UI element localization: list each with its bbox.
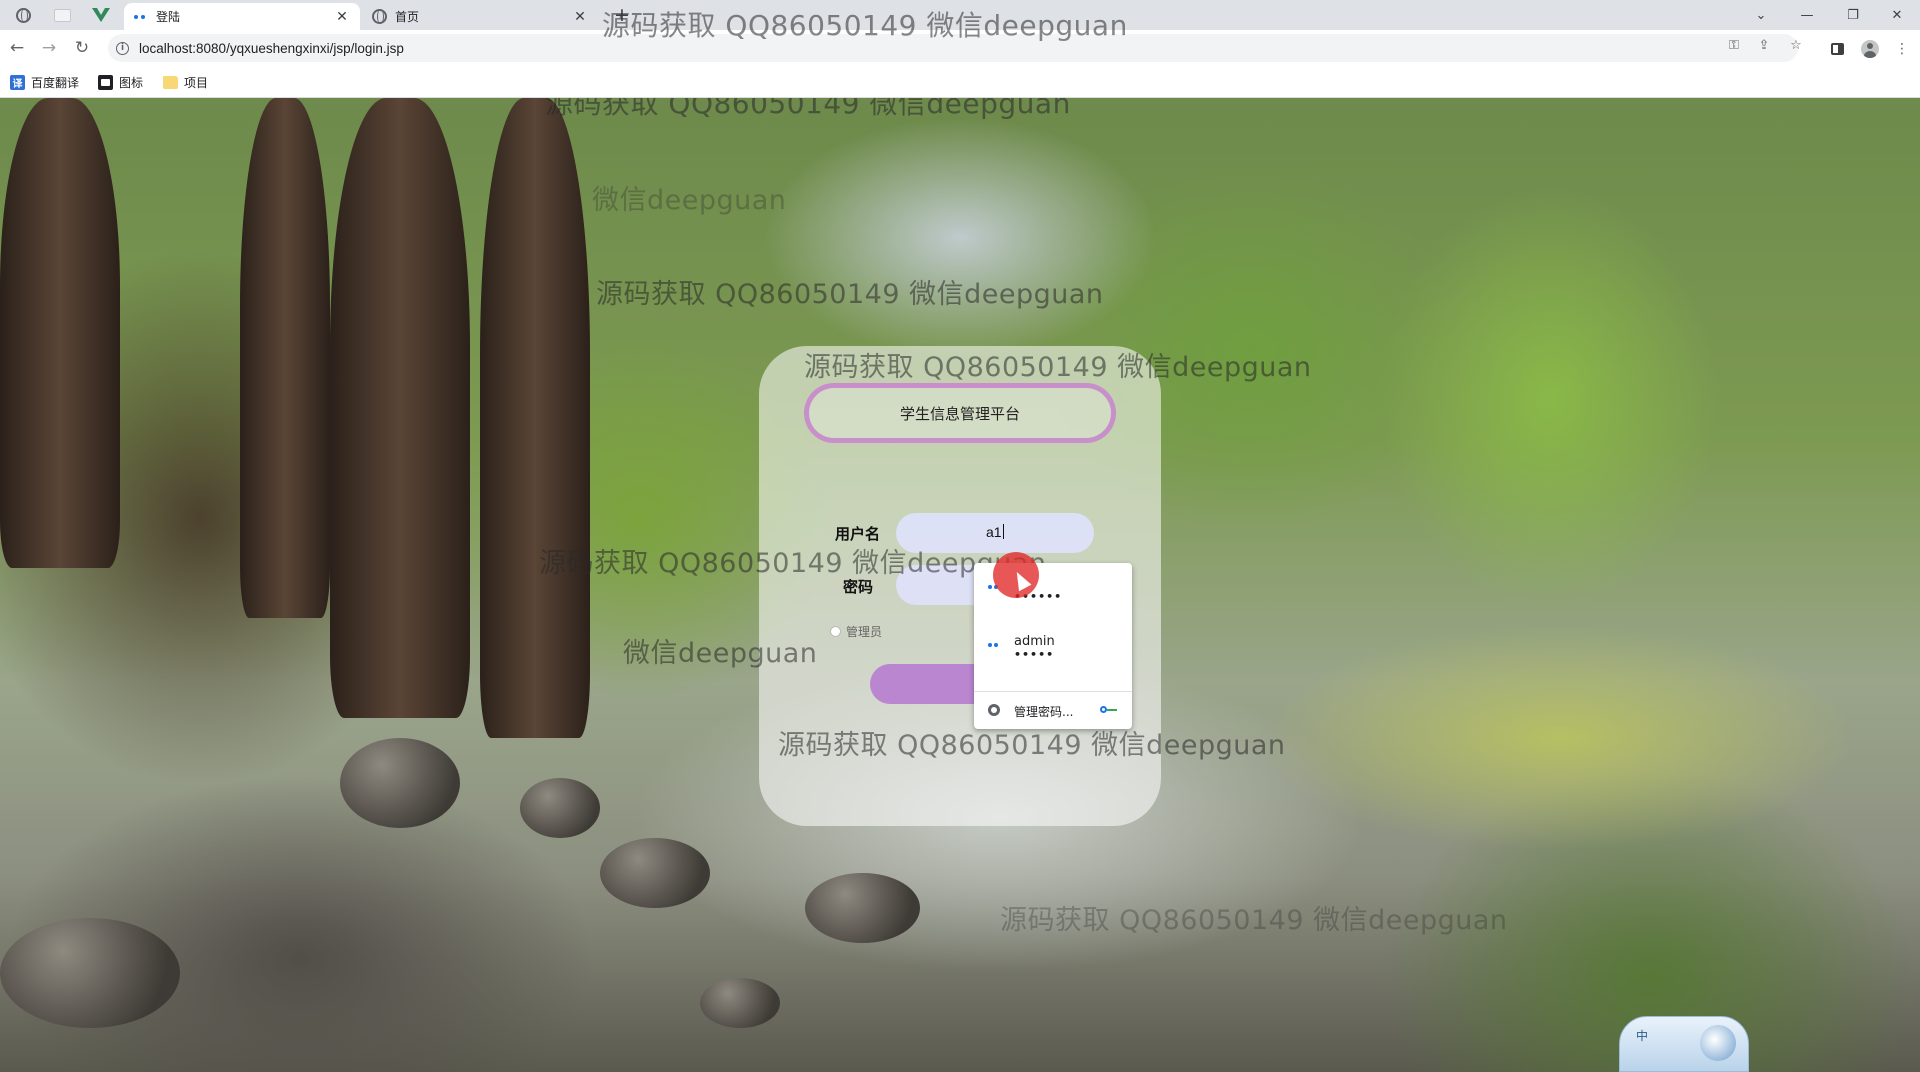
pinned-tab-blank[interactable] — [49, 4, 75, 26]
page-title: 学生信息管理平台 — [899, 404, 1020, 423]
rock — [600, 838, 710, 908]
tab-login[interactable]: 登陆 ✕ — [124, 3, 360, 30]
tab-label: 首页 — [395, 10, 420, 24]
share-icon[interactable]: ⇪ — [1756, 37, 1772, 53]
rock — [0, 918, 180, 1028]
globe-icon — [372, 9, 387, 24]
minimize-button[interactable]: — — [1784, 0, 1830, 30]
close-icon[interactable]: ✕ — [334, 9, 350, 25]
rock — [520, 778, 600, 838]
password-key-icon[interactable]: ⚿ — [1726, 37, 1742, 53]
bookmark-xiangmu[interactable]: 项目 — [163, 73, 208, 91]
image-icon — [98, 74, 113, 90]
bookmarks-bar: 译 百度翻译 图标 项目 — [0, 66, 1920, 98]
role-label: 管理员 — [846, 625, 883, 639]
pinned-tab-globe[interactable] — [10, 4, 36, 26]
bookmark-star-icon[interactable]: ☆ — [1788, 37, 1804, 53]
bookmark-label: 图标 — [119, 75, 144, 90]
manage-passwords-icon — [988, 704, 1000, 716]
divider — [974, 691, 1132, 692]
bookmark-label: 项目 — [184, 75, 209, 90]
url-text[interactable]: localhost:8080/yqxueshengxinxi/jsp/login… — [139, 41, 404, 56]
tab-search-button[interactable]: ⌄ — [1738, 0, 1784, 30]
restore-button[interactable]: ❐ — [1830, 0, 1876, 30]
manage-passwords-button[interactable]: 管理密码... — [974, 695, 1132, 725]
globe-icon — [15, 7, 31, 23]
loading-icon — [134, 14, 148, 19]
forward-button[interactable]: → — [36, 35, 62, 61]
vue-icon — [92, 8, 110, 22]
bookmark-tubiao[interactable]: 图标 — [98, 73, 143, 91]
menu-button[interactable]: ⋮ — [1892, 39, 1912, 59]
watermark: 源码获取 QQ86050149 微信deepguan — [596, 279, 1104, 310]
pinned-tab-vue[interactable] — [88, 4, 114, 26]
close-window-button[interactable]: ✕ — [1874, 0, 1920, 30]
tree-trunk — [240, 98, 330, 618]
back-button[interactable]: ← — [4, 35, 30, 61]
rock — [700, 978, 780, 1028]
watermark: 源码获取 QQ86050149 微信deepguan — [804, 352, 1312, 383]
bookmark-label: 百度翻译 — [31, 75, 80, 90]
title-banner: 学生信息管理平台 — [804, 383, 1116, 443]
tree-trunk — [480, 98, 590, 738]
ime-mode-label: 中 — [1636, 1029, 1649, 1043]
login-page-background: 学生信息管理平台 用户名 a1 密码 管理员 源码获取 QQ86050149 微… — [0, 98, 1920, 1072]
autofill-username: admin — [1014, 634, 1055, 649]
ime-widget[interactable]: 中 — [1619, 1016, 1749, 1072]
close-icon[interactable]: ✕ — [572, 9, 588, 25]
username-value: a1 — [986, 524, 1002, 540]
tree-trunk — [330, 98, 470, 718]
profile-button[interactable] — [1860, 39, 1880, 59]
watermark: 微信deepguan — [592, 185, 787, 216]
folder-icon — [163, 75, 178, 89]
watermark: 微信deepguan — [623, 638, 818, 669]
manage-passwords-label: 管理密码... — [1014, 705, 1074, 719]
autofill-password: ••••• — [1014, 648, 1055, 661]
watermark: 源码获取 QQ86050149 微信deepguan — [1000, 905, 1508, 936]
reload-button[interactable]: ↻ — [69, 35, 95, 61]
avatar — [1861, 40, 1879, 58]
rock — [340, 738, 460, 828]
role-radio-admin[interactable] — [830, 626, 841, 637]
tab-label: 登陆 — [156, 10, 181, 24]
ime-mascot-icon — [1700, 1025, 1736, 1061]
watermark: 源码获取 QQ86050149 微信deepguan — [539, 548, 1047, 579]
rock — [805, 873, 920, 943]
side-panel-button[interactable] — [1827, 39, 1847, 59]
baidu-translate-icon: 译 — [10, 74, 25, 90]
tree-trunk — [0, 98, 120, 568]
bookmark-baidu-translate[interactable]: 译 百度翻译 — [10, 73, 79, 91]
info-icon[interactable]: i — [116, 41, 129, 55]
watermark: 源码获取 QQ86050149 微信deepguan — [602, 9, 1128, 42]
watermark: 源码获取 QQ86050149 微信deepguan — [545, 98, 1071, 120]
password-key-icon — [988, 643, 998, 647]
blank-page-icon — [53, 8, 71, 22]
side-panel-icon — [1830, 43, 1844, 55]
tab-home[interactable]: 首页 ✕ — [362, 3, 598, 30]
autofill-item[interactable]: admin ••••• — [974, 621, 1132, 675]
key-icon — [1100, 706, 1118, 714]
